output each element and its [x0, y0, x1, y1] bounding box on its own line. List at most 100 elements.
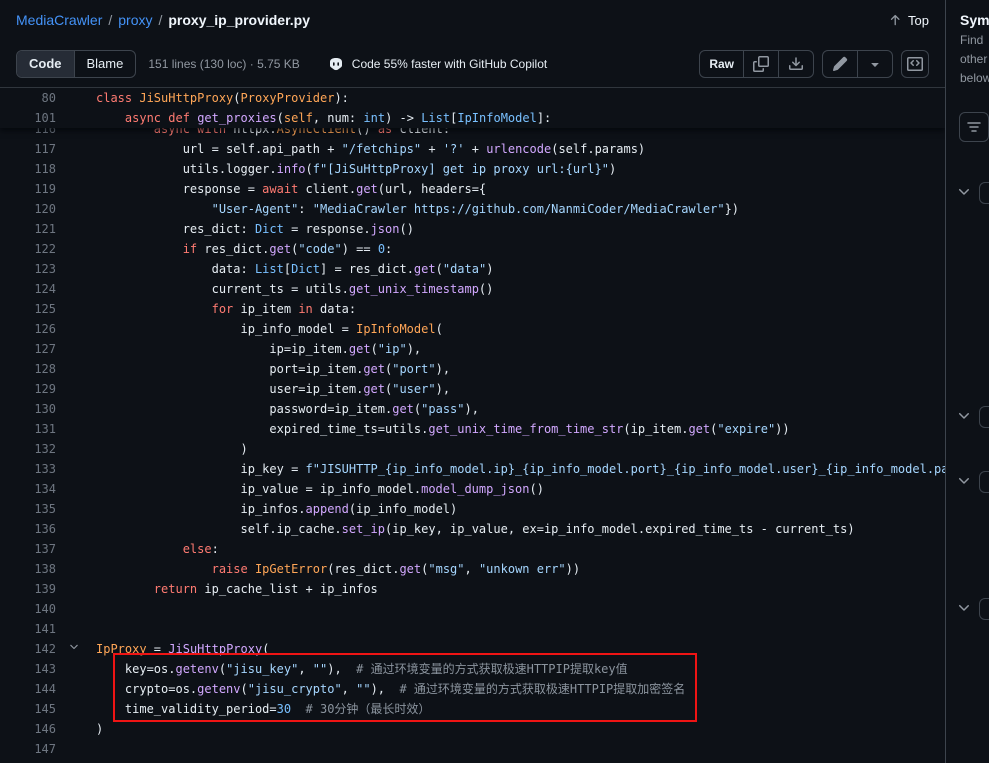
gutter-spacer — [56, 659, 96, 679]
line-number[interactable]: 117 — [0, 139, 56, 159]
line-number[interactable]: 138 — [0, 559, 56, 579]
line-number[interactable]: 136 — [0, 519, 56, 539]
breadcrumb-separator: / — [108, 12, 112, 28]
gutter-spacer — [56, 279, 96, 299]
breadcrumb-repo-link[interactable]: MediaCrawler — [16, 12, 102, 28]
line-number[interactable]: 116 — [0, 128, 56, 139]
symbol-item-partial[interactable] — [979, 471, 989, 493]
line-number[interactable]: 143 — [0, 659, 56, 679]
line-number[interactable]: 123 — [0, 259, 56, 279]
line-number[interactable]: 133 — [0, 459, 56, 479]
fold-chevron-icon[interactable] — [56, 639, 96, 659]
code-line: 101 async def get_proxies(self, num: int… — [0, 108, 945, 128]
chevron-down-icon[interactable] — [956, 473, 972, 489]
line-number[interactable]: 130 — [0, 399, 56, 419]
code-line: 125 for ip_item in data: — [0, 299, 945, 319]
download-button[interactable] — [778, 51, 813, 77]
file-toolbar: Code Blame 151 lines (130 loc) · 5.75 KB… — [0, 40, 945, 88]
line-number[interactable]: 119 — [0, 179, 56, 199]
symbol-item-partial[interactable] — [979, 598, 989, 620]
raw-button[interactable]: Raw — [700, 51, 743, 77]
tab-code[interactable]: Code — [17, 51, 74, 77]
line-number[interactable]: 135 — [0, 499, 56, 519]
file-meta: 151 lines (130 loc) · 5.75 KB — [148, 57, 299, 71]
code-line-content: url = self.api_path + "/fetchips" + '?' … — [96, 139, 645, 159]
line-number[interactable]: 134 — [0, 479, 56, 499]
line-number[interactable]: 137 — [0, 539, 56, 559]
toolbar-right-tools: Raw — [699, 50, 929, 78]
code-line-content: res_dict: Dict = response.json() — [96, 219, 414, 239]
gutter-spacer — [56, 699, 96, 719]
code-line: 147 — [0, 739, 945, 759]
line-number[interactable]: 122 — [0, 239, 56, 259]
code-line-content: current_ts = utils.get_unix_timestamp() — [96, 279, 493, 299]
chevron-down-icon[interactable] — [956, 408, 972, 424]
line-number[interactable]: 118 — [0, 159, 56, 179]
file-header: MediaCrawler / proxy / proxy_ip_provider… — [0, 0, 945, 40]
line-number[interactable]: 142 — [0, 639, 56, 659]
line-number[interactable]: 127 — [0, 339, 56, 359]
line-number[interactable]: 129 — [0, 379, 56, 399]
code-line: 127 ip=ip_item.get("ip"), — [0, 339, 945, 359]
line-number[interactable]: 80 — [0, 88, 56, 108]
chevron-down-icon[interactable] — [956, 600, 972, 616]
code-line: 119 response = await client.get(url, hea… — [0, 179, 945, 199]
raw-button-group: Raw — [699, 50, 814, 78]
code-line-content: response = await client.get(url, headers… — [96, 179, 486, 199]
code-line: 134 ip_value = ip_info_model.model_dump_… — [0, 479, 945, 499]
edit-dropdown-button[interactable] — [857, 51, 892, 77]
copilot-banner[interactable]: Code 55% faster with GitHub Copilot — [328, 56, 547, 72]
line-number[interactable]: 126 — [0, 319, 56, 339]
code-line: 135 ip_infos.append(ip_info_model) — [0, 499, 945, 519]
line-number[interactable]: 141 — [0, 619, 56, 639]
copilot-banner-text: Code 55% faster with GitHub Copilot — [352, 57, 547, 71]
tab-blame[interactable]: Blame — [74, 51, 136, 77]
gutter-spacer — [56, 219, 96, 239]
line-number[interactable]: 131 — [0, 419, 56, 439]
code-line: 122 if res_dict.get("code") == 0: — [0, 239, 945, 259]
code-line-content: class JiSuHttpProxy(ProxyProvider): — [96, 88, 349, 108]
line-number[interactable]: 140 — [0, 599, 56, 619]
gutter-spacer — [56, 499, 96, 519]
code-line: 137 else: — [0, 539, 945, 559]
code-line-content: else: — [96, 539, 219, 559]
symbol-item-partial[interactable] — [979, 406, 989, 428]
chevron-down-icon[interactable] — [956, 184, 972, 200]
symbols-filter-button[interactable] — [959, 112, 989, 142]
line-number[interactable]: 147 — [0, 739, 56, 759]
code-line-content: key=os.getenv("jisu_key", ""), # 通过环境变量的… — [96, 659, 628, 679]
gutter-spacer — [56, 319, 96, 339]
breadcrumb-separator: / — [158, 12, 162, 28]
copy-button[interactable] — [743, 51, 778, 77]
back-to-top-button[interactable]: Top — [888, 13, 929, 28]
code-line: 140 — [0, 599, 945, 619]
edit-button[interactable] — [823, 51, 857, 77]
line-number[interactable]: 139 — [0, 579, 56, 599]
code-line-content: ip_value = ip_info_model.model_dump_json… — [96, 479, 544, 499]
code-line-content: password=ip_item.get("pass"), — [96, 399, 479, 419]
symbol-item-partial[interactable] — [979, 182, 989, 204]
line-number[interactable]: 146 — [0, 719, 56, 739]
code-viewer: 80class JiSuHttpProxy(ProxyProvider):101… — [0, 88, 945, 763]
symbols-panel-toggle-button[interactable] — [901, 50, 929, 78]
main-area: MediaCrawler / proxy / proxy_ip_provider… — [0, 0, 945, 763]
line-number[interactable]: 144 — [0, 679, 56, 699]
code-line: 136 self.ip_cache.set_ip(ip_key, ip_valu… — [0, 519, 945, 539]
gutter-spacer — [56, 88, 96, 108]
gutter-spacer — [56, 679, 96, 699]
gutter-spacer — [56, 379, 96, 399]
line-number[interactable]: 120 — [0, 199, 56, 219]
line-number[interactable]: 128 — [0, 359, 56, 379]
line-number[interactable]: 121 — [0, 219, 56, 239]
code-line-content: async def get_proxies(self, num: int) ->… — [96, 108, 551, 128]
code-line-content: utils.logger.info(f"[JiSuHttpProxy] get … — [96, 159, 616, 179]
line-number[interactable]: 125 — [0, 299, 56, 319]
line-number[interactable]: 101 — [0, 108, 56, 128]
symbols-panel-hint: Find other below — [960, 33, 989, 85]
line-number[interactable]: 124 — [0, 279, 56, 299]
line-number[interactable]: 145 — [0, 699, 56, 719]
breadcrumb-folder-link[interactable]: proxy — [118, 12, 152, 28]
line-number[interactable]: 132 — [0, 439, 56, 459]
sticky-context-lines: 80class JiSuHttpProxy(ProxyProvider):101… — [0, 88, 945, 128]
gutter-spacer — [56, 179, 96, 199]
